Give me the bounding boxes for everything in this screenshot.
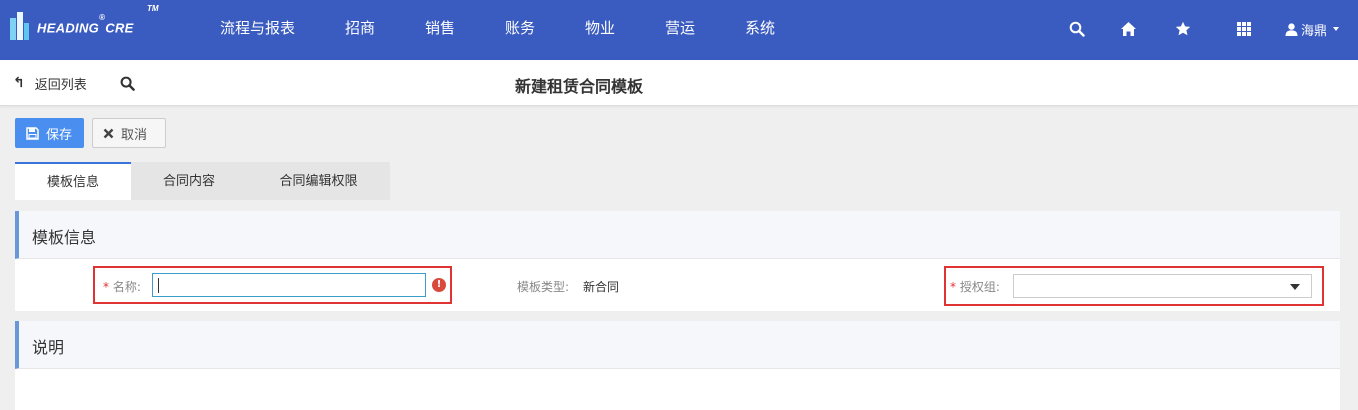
description-title: 说明 [15, 321, 1340, 369]
auth-group-label: * 授权组: [950, 280, 1000, 294]
apps-grid-icon[interactable] [1234, 19, 1254, 39]
user-menu[interactable]: 海鼎 [1285, 19, 1340, 39]
text-cursor [158, 278, 159, 293]
home-icon[interactable] [1118, 19, 1138, 39]
nav-item-process-reports[interactable]: 流程与报表 [220, 0, 295, 60]
tab-edit-permissions[interactable]: 合同编辑权限 [247, 162, 390, 200]
star-icon[interactable] [1173, 19, 1193, 39]
cancel-button[interactable]: 取消 [92, 118, 166, 148]
nav-item-property[interactable]: 物业 [585, 0, 615, 60]
page-header: ↰ 返回列表 新建租赁合同模板 [0, 60, 1358, 106]
tab-contract-content[interactable]: 合同内容 [131, 162, 247, 200]
nav-item-operations[interactable]: 营运 [665, 0, 695, 60]
name-label: * 名称: [103, 280, 141, 294]
tab-bar: 模板信息 合同内容 合同编辑权限 [15, 162, 390, 200]
app-logo[interactable]: HEADING®CRE [10, 12, 134, 40]
logo-text: HEADING®CRE [37, 13, 134, 36]
chevron-down-icon [1290, 284, 1300, 290]
cancel-label: 取消 [121, 127, 148, 143]
nav-item-system[interactable]: 系统 [745, 0, 775, 60]
nav-item-accounts[interactable]: 账务 [505, 0, 535, 60]
search-icon[interactable] [1067, 19, 1087, 39]
save-button[interactable]: 保存 [15, 118, 84, 148]
chevron-down-icon [1333, 27, 1340, 31]
template-info-title: 模板信息 [15, 211, 1340, 259]
top-nav-bar: HEADING®CRE TM 流程与报表 招商 销售 账务 物业 营运 系统 海… [0, 0, 1358, 60]
logo-trademark: TM [147, 4, 159, 13]
nav-item-sales[interactable]: 销售 [425, 0, 455, 60]
user-name: 海鼎 [1301, 23, 1328, 39]
template-type-label: 模板类型: [517, 280, 570, 294]
error-icon: ! [432, 278, 446, 292]
page-title: 新建租赁合同模板 [514, 77, 643, 96]
save-label: 保存 [46, 127, 73, 143]
logo-building-icon [10, 12, 30, 40]
close-icon [103, 128, 114, 139]
user-icon [1285, 22, 1298, 36]
save-icon [26, 126, 39, 140]
auth-group-select[interactable] [1013, 274, 1312, 298]
template-type-value: 新合同 [583, 280, 620, 294]
nav-item-leasing[interactable]: 招商 [345, 0, 375, 60]
name-input[interactable] [152, 273, 426, 297]
tab-template-info[interactable]: 模板信息 [15, 162, 131, 200]
description-panel: 说明 [15, 321, 1340, 410]
